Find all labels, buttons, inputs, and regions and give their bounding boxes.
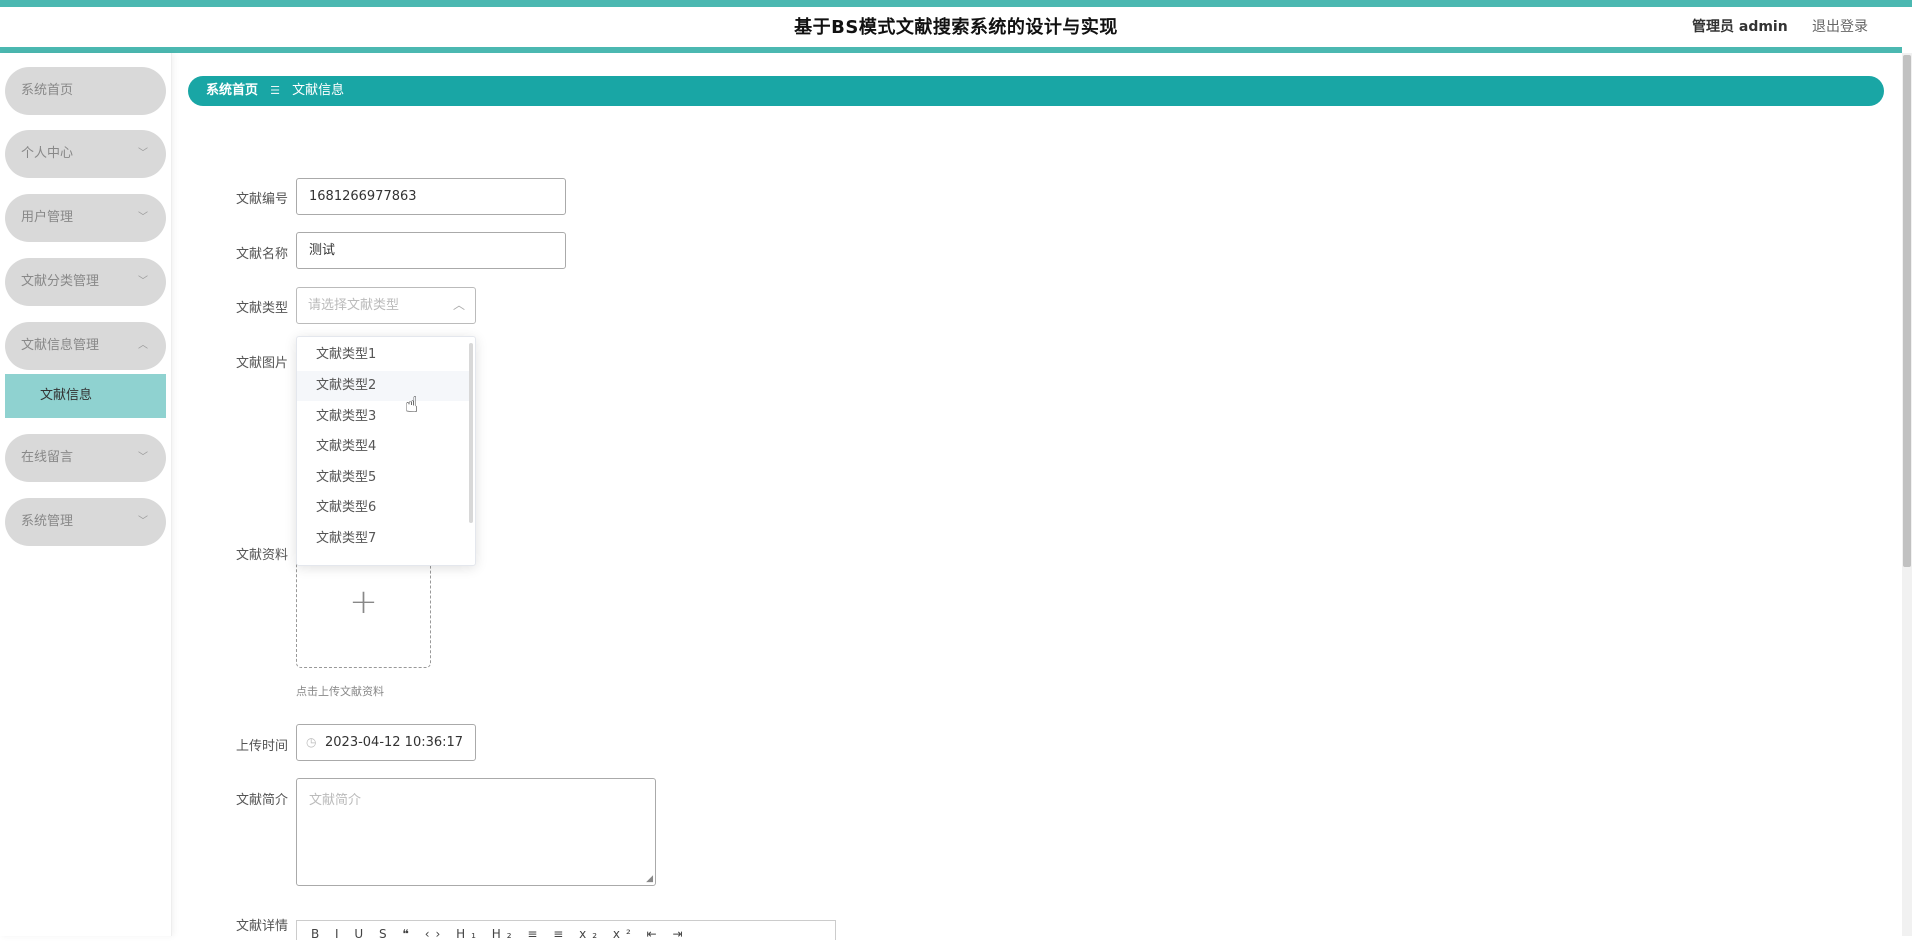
breadcrumb-current: 文献信息 [292, 83, 345, 98]
upload-time-picker[interactable]: ◷ 2023-04-12 10:36:17 [296, 724, 476, 761]
header-stripe-bottom [0, 47, 1902, 53]
hand-cursor-icon: ☝ [405, 393, 419, 418]
dropdown-option[interactable]: 文献类型1 [297, 340, 469, 370]
sidebar-item-system-management[interactable]: 系统管理 ﹀ [5, 498, 166, 546]
chevron-down-icon: ﹀ [138, 276, 148, 287]
dropdown-option[interactable]: 文献类型7 [297, 524, 469, 554]
sidebar-item-label: 系统管理 [21, 514, 74, 529]
sidebar-subitem-document-info[interactable]: 文献信息 [5, 374, 166, 418]
page-scrollbar[interactable] [1902, 53, 1912, 936]
sidebar-item-user-management[interactable]: 用户管理 ﹀ [5, 194, 166, 242]
chevron-up-icon: ︿ [138, 340, 148, 351]
sidebar-item-label: 系统首页 [21, 83, 74, 98]
rich-text-editor-toolbar[interactable]: B I U S ❝ ‹› H₁ H₂ ≡ ≡ x₂ x² ⇤ ⇥ [296, 920, 836, 941]
document-name-input[interactable]: 测试 [296, 232, 566, 269]
document-type-placeholder: 请选择文献类型 [308, 298, 400, 313]
top-header: 基于BS模式文献搜索系统的设计与实现 管理员 admin 退出登录 [0, 0, 1912, 53]
chevron-down-icon: ﹀ [138, 516, 148, 527]
chevron-down-icon: ﹀ [138, 452, 148, 463]
dropdown-scrollbar[interactable] [469, 343, 473, 523]
document-type-select[interactable]: 请选择文献类型 ︿ [296, 287, 476, 324]
label-document-name: 文献名称 [236, 247, 289, 262]
summary-placeholder: 文献简介 [309, 793, 362, 808]
sidebar-item-label: 文献分类管理 [21, 274, 100, 289]
sidebar-item-label: 在线留言 [21, 450, 74, 465]
upload-time-value: 2023-04-12 10:36:17 [325, 735, 464, 750]
sidebar-item-label: 文献信息管理 [21, 338, 100, 353]
sidebar-item-document-management[interactable]: 文献信息管理 ︿ [5, 322, 166, 370]
app-title: 基于BS模式文献搜索系统的设计与实现 [794, 17, 1118, 38]
header-stripe-top [0, 0, 1912, 7]
label-document-image: 文献图片 [236, 356, 289, 371]
label-document-material: 文献资料 [236, 548, 289, 563]
dropdown-option[interactable]: 文献类型5 [297, 463, 469, 493]
plus-icon: + [349, 582, 378, 622]
breadcrumb-separator-icon: ☰ [270, 84, 281, 97]
breadcrumb-home[interactable]: 系统首页 [206, 83, 258, 98]
logout-link[interactable]: 退出登录 [1812, 16, 1868, 36]
sidebar-item-category-management[interactable]: 文献分类管理 ﹀ [5, 258, 166, 306]
document-type-dropdown: 文献类型1 文献类型2 文献类型3 文献类型4 文献类型5 文献类型6 文献类型… [296, 336, 476, 566]
user-info: 管理员 admin [1692, 19, 1788, 35]
label-upload-time: 上传时间 [236, 739, 289, 754]
dropdown-option[interactable]: 文献类型3 [297, 402, 469, 432]
dropdown-option[interactable]: 文献类型4 [297, 432, 469, 462]
sidebar-item-label: 个人中心 [21, 146, 74, 161]
sidebar-subitem-label: 文献信息 [40, 388, 93, 403]
dropdown-option[interactable]: 文献类型2 [297, 371, 469, 401]
resize-grip-icon[interactable]: ◢ [646, 874, 653, 884]
page-scrollbar-thumb[interactable] [1903, 55, 1911, 567]
document-number-input[interactable]: 1681266977863 [296, 178, 566, 215]
label-document-type: 文献类型 [236, 301, 289, 316]
clock-icon: ◷ [306, 735, 317, 749]
upload-hint: 点击上传文献资料 [296, 685, 384, 698]
sidebar-item-personal-center[interactable]: 个人中心 ﹀ [5, 130, 166, 178]
sidebar-item-label: 用户管理 [21, 210, 74, 225]
document-summary-textarea[interactable]: 文献简介 ◢ [296, 778, 656, 886]
chevron-down-icon: ﹀ [138, 212, 148, 223]
sidebar-item-online-messages[interactable]: 在线留言 ﹀ [5, 434, 166, 482]
label-document-summary: 文献简介 [236, 793, 289, 808]
chevron-down-icon: ﹀ [138, 148, 148, 159]
label-document-detail: 文献详情 [236, 919, 289, 934]
label-document-number: 文献编号 [236, 192, 289, 207]
sidebar: 系统首页 个人中心 ﹀ 用户管理 ﹀ 文献分类管理 ﹀ 文献信息管理 ︿ 文献信… [0, 53, 172, 936]
dropdown-option[interactable]: 文献类型6 [297, 493, 469, 523]
sidebar-item-home[interactable]: 系统首页 [5, 67, 166, 115]
breadcrumb: 系统首页 ☰ 文献信息 [188, 76, 1884, 106]
chevron-up-icon: ︿ [452, 298, 465, 312]
